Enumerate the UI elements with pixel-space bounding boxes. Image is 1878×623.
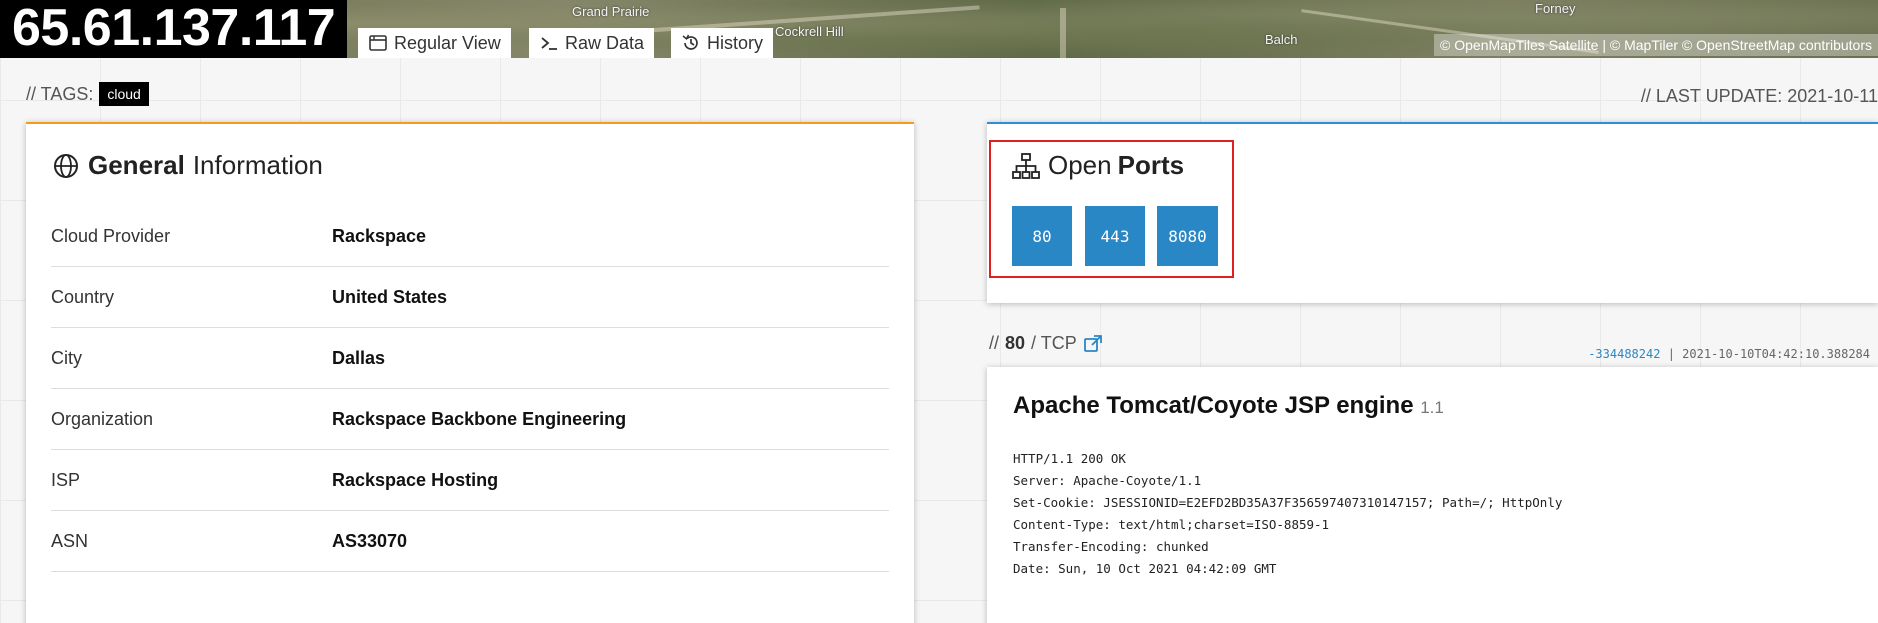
service-name: Apache Tomcat/Coyote JSP engine [1013, 392, 1414, 419]
banner-hash-link[interactable]: -334488242 [1588, 347, 1660, 361]
row-value: Rackspace Backbone Engineering [332, 408, 627, 429]
map-label: Cockrell Hill [775, 24, 844, 39]
tags-label: // TAGS: [26, 83, 94, 104]
map-label: Balch [1265, 32, 1298, 47]
port-protocol: / TCP [1031, 333, 1077, 353]
general-information-title: General Information [52, 150, 323, 181]
window-icon [369, 35, 387, 51]
row-value: Rackspace [332, 225, 427, 246]
row-value: AS33070 [332, 530, 408, 551]
title-bold: General [88, 150, 185, 180]
row-key: Organization [51, 408, 154, 429]
banner-line: Server: Apache-Coyote/1.1 [1013, 473, 1202, 488]
banner-line: Content-Type: text/html;charset=ISO-8859… [1013, 517, 1330, 532]
port-button-80[interactable]: 80 [1012, 206, 1072, 266]
globe-icon [54, 153, 78, 178]
port-meta: -334488242 | 2021-10-10T04:42:10.388284 [1588, 347, 1870, 361]
banner-line: Set-Cookie: JSESSIONID=E2EFD2BD35A37F356… [1013, 495, 1563, 510]
port-button-8080[interactable]: 8080 [1157, 206, 1218, 266]
title-light: Information [192, 150, 323, 180]
banner-line: Transfer-Encoding: chunked [1013, 539, 1209, 554]
tab-raw-data[interactable]: Raw Data [529, 28, 655, 58]
history-icon [682, 34, 698, 50]
last-update: // LAST UPDATE: 2021-10-11 [1640, 86, 1878, 106]
tags-line: // TAGS: cloud [26, 82, 149, 106]
port-80-heading: // 80 / TCP [989, 333, 1103, 354]
port-button-443[interactable]: 443 [1085, 206, 1145, 266]
banner-line: Date: Sun, 10 Oct 2021 04:42:09 GMT [1013, 561, 1277, 576]
row-value: Dallas [332, 347, 386, 368]
table-row: City Dallas [51, 328, 889, 389]
service-title: Apache Tomcat/Coyote JSP engine 1.1 [1013, 392, 1444, 420]
tab-label: Raw Data [565, 32, 645, 53]
tab-history[interactable]: History [671, 28, 774, 58]
map-attribution[interactable]: © OpenMapTiles Satellite | © MapTiler © … [1434, 34, 1878, 56]
service-banner: HTTP/1.1 200 OK Server: Apache-Coyote/1.1… [1013, 448, 1562, 580]
table-row: Country United States [51, 267, 889, 328]
scan-timestamp: 2021-10-10T04:42:10.388284 [1682, 347, 1870, 361]
external-link-icon[interactable] [1083, 334, 1103, 354]
sitemap-icon [1012, 152, 1040, 179]
title-bold: Ports [1117, 150, 1185, 180]
row-key: City [51, 347, 82, 368]
table-row: ASN AS33070 [51, 511, 889, 572]
ip-address-title: 65.61.137.117 [0, 0, 348, 58]
title-light: Open [1048, 150, 1112, 180]
row-value: Rackspace Hosting [332, 469, 499, 490]
table-row: Organization Rackspace Backbone Engineer… [51, 389, 889, 450]
row-key: Cloud Provider [51, 225, 171, 246]
tag-badge[interactable]: cloud [99, 82, 149, 106]
table-row: ISP Rackspace Hosting [51, 450, 889, 511]
tab-label: History [707, 32, 764, 53]
open-ports-title: Open Ports [1012, 150, 1184, 181]
tab-label: Regular View [394, 32, 501, 53]
row-value: United States [332, 286, 448, 307]
row-key: ISP [51, 469, 81, 490]
meta-separator: | [1667, 347, 1675, 361]
tab-regular-view[interactable]: Regular View [358, 28, 511, 58]
row-key: ASN [51, 530, 89, 551]
table-row: Cloud Provider Rackspace [51, 206, 889, 267]
terminal-icon [541, 37, 557, 50]
row-key: Country [51, 286, 115, 307]
banner-line: HTTP/1.1 200 OK [1013, 451, 1126, 466]
port-heading-slash: // [989, 333, 1000, 353]
service-version: 1.1 [1420, 398, 1444, 417]
map-label: Forney [1535, 1, 1576, 16]
port-number: 80 [1005, 333, 1026, 353]
map-label: Grand Prairie [572, 4, 650, 19]
